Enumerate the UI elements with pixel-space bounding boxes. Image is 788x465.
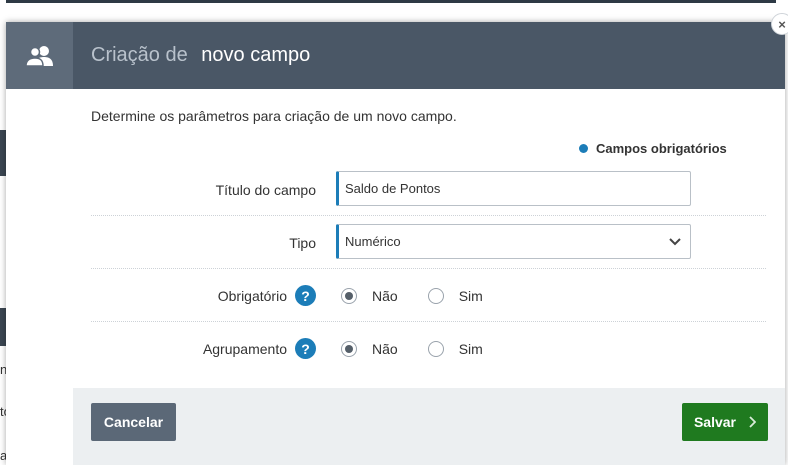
close-icon: × xyxy=(778,16,786,32)
field-label-agrupamento-text: Agrupamento xyxy=(202,340,287,357)
modal-footer: Cancelar Salvar xyxy=(73,388,785,465)
tipo-select-value: Numérico xyxy=(345,234,401,249)
close-button[interactable]: × xyxy=(771,13,788,35)
create-field-modal: Criação de novo campo × Determine os par… xyxy=(6,13,788,465)
radio-label: Não xyxy=(372,287,398,304)
save-button[interactable]: Salvar xyxy=(682,403,768,441)
radio-label: Sim xyxy=(458,340,483,357)
radio-label: Não xyxy=(372,340,398,357)
required-legend-label: Campos obrigatórios xyxy=(596,141,727,156)
field-label-tipo-text: Tipo xyxy=(289,234,316,251)
form-row-agrupamento: Agrupamento ? Não Sim xyxy=(91,322,766,375)
radio-checked-icon xyxy=(341,287,357,304)
header-icon-box xyxy=(6,22,73,89)
required-legend: Campos obrigatórios xyxy=(579,141,727,156)
agrupamento-radio-group: Não Sim xyxy=(341,322,513,375)
form-row-titulo: Título do campo Saldo de Pontos xyxy=(91,163,766,216)
chevron-down-icon xyxy=(669,238,681,246)
modal-header: Criação de novo campo xyxy=(6,22,785,89)
help-icon[interactable]: ? xyxy=(295,285,316,306)
agrupamento-radio-sim[interactable]: Sim xyxy=(427,340,483,357)
field-label-titulo-text: Título do campo xyxy=(215,181,316,198)
field-label-obrigatorio-text: Obrigatório xyxy=(217,287,287,304)
radio-label: Sim xyxy=(458,287,483,304)
cancel-button-label: Cancelar xyxy=(103,414,164,430)
save-button-label: Salvar xyxy=(693,414,737,430)
obrigatorio-radio-nao[interactable]: Não xyxy=(341,287,398,304)
field-label-agrupamento: Agrupamento ? xyxy=(203,322,316,375)
radio-unchecked-icon xyxy=(427,340,444,357)
users-icon xyxy=(24,45,53,67)
obrigatorio-radio-group: Não Sim xyxy=(341,269,513,322)
modal-title: Criação de novo campo xyxy=(91,44,310,67)
tipo-select[interactable]: Numérico xyxy=(336,224,691,259)
help-icon[interactable]: ? xyxy=(295,338,316,359)
modal-title-main: novo campo xyxy=(201,44,311,66)
field-label-titulo: Título do campo xyxy=(216,163,316,216)
intro-text: Determine os parâmetros para criação de … xyxy=(91,108,457,124)
form-row-tipo: Tipo Numérico xyxy=(91,216,766,269)
titulo-input-value: Saldo de Pontos xyxy=(345,181,441,196)
field-label-tipo: Tipo xyxy=(289,216,316,269)
agrupamento-radio-nao[interactable]: Não xyxy=(341,340,398,357)
titulo-input[interactable]: Saldo de Pontos xyxy=(336,171,691,206)
radio-checked-icon xyxy=(341,340,357,357)
obrigatorio-radio-sim[interactable]: Sim xyxy=(427,287,483,304)
background-page-bar xyxy=(6,0,776,3)
cancel-button[interactable]: Cancelar xyxy=(91,403,176,441)
modal-title-prefix: Criação de xyxy=(91,44,188,66)
radio-unchecked-icon xyxy=(427,287,444,304)
form-row-obrigatorio: Obrigatório ? Não Sim xyxy=(91,269,766,322)
chevron-right-icon xyxy=(749,416,757,428)
required-dot-icon xyxy=(579,144,588,153)
field-label-obrigatorio: Obrigatório ? xyxy=(218,269,316,322)
